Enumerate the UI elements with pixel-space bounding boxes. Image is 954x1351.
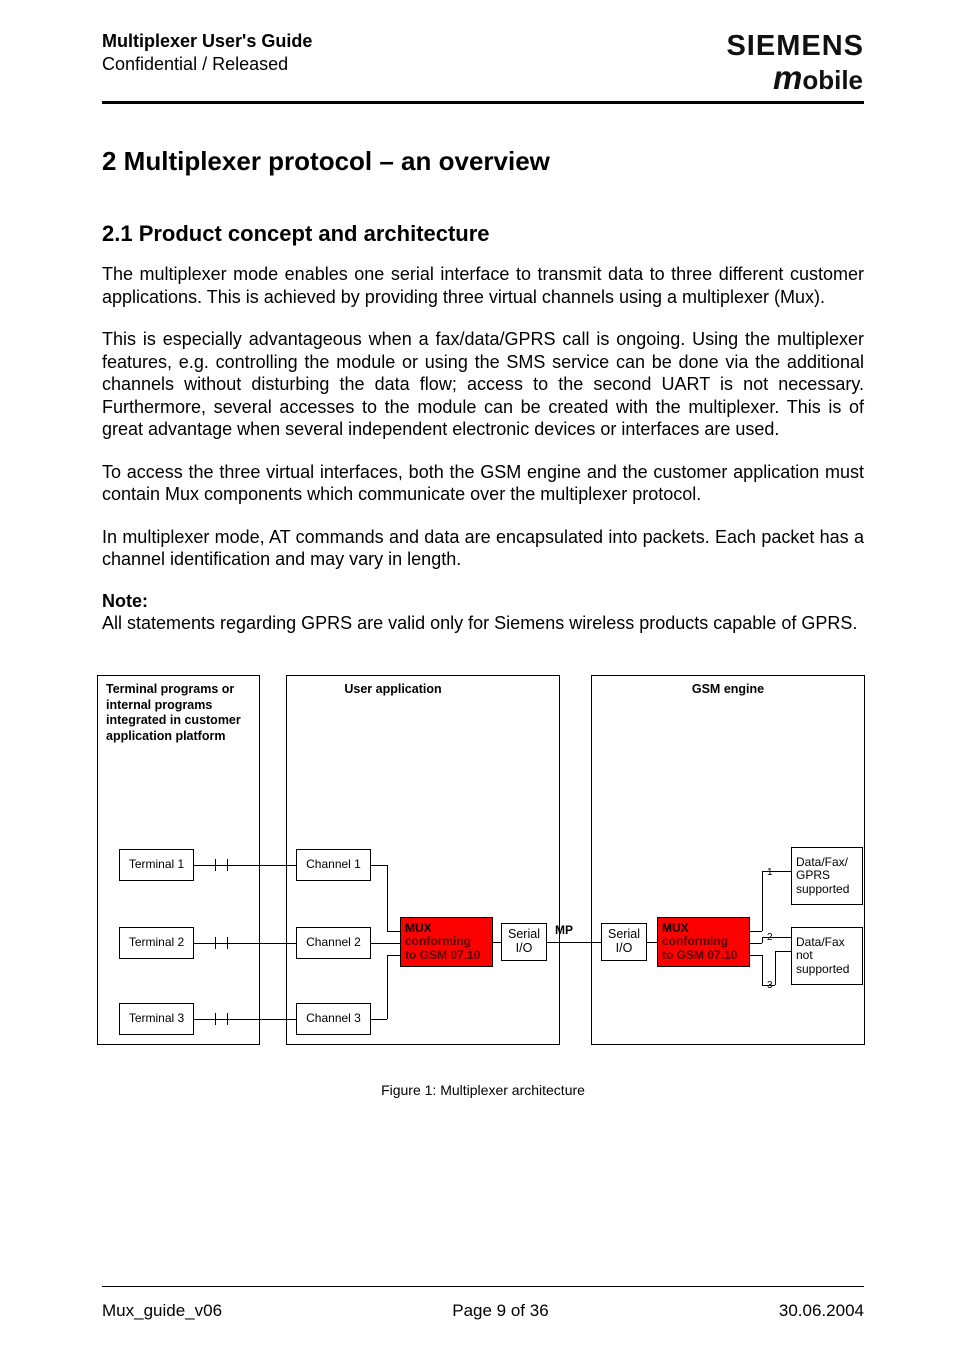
line bbox=[493, 942, 501, 943]
paragraph-3: To access the three virtual interfaces, … bbox=[102, 461, 864, 506]
line bbox=[387, 955, 388, 1019]
architecture-diagram: Terminal programs or internal programs i… bbox=[96, 674, 866, 1054]
line bbox=[775, 951, 776, 985]
footer-left: Mux_guide_v06 bbox=[102, 1301, 222, 1321]
num-1: 1 bbox=[767, 867, 773, 878]
line bbox=[194, 865, 296, 866]
section-heading-2: 2 Multiplexer protocol – an overview bbox=[102, 146, 864, 177]
line bbox=[194, 943, 296, 944]
figure-caption: Figure 1: Multiplexer architecture bbox=[102, 1082, 864, 1098]
line bbox=[762, 871, 791, 872]
line bbox=[227, 937, 228, 949]
line bbox=[215, 937, 216, 949]
mux-right: MUX conforming to GSM 07.10 bbox=[657, 917, 750, 967]
line bbox=[227, 1013, 228, 1025]
page-footer: Mux_guide_v06 Page 9 of 36 30.06.2004 bbox=[102, 1301, 864, 1321]
section-heading-2-1: 2.1 Product concept and architecture bbox=[102, 221, 864, 247]
line bbox=[215, 1013, 216, 1025]
data-fax-not-supported: Data/Fax not supported bbox=[791, 927, 863, 985]
line bbox=[762, 985, 775, 986]
line bbox=[775, 951, 791, 952]
line bbox=[371, 865, 387, 866]
line bbox=[387, 931, 400, 932]
header-divider bbox=[102, 101, 864, 104]
footer-center: Page 9 of 36 bbox=[452, 1301, 548, 1321]
note-text: All statements regarding GPRS are valid … bbox=[102, 612, 864, 635]
line bbox=[750, 943, 762, 944]
line bbox=[227, 859, 228, 871]
col3-label: GSM engine bbox=[600, 682, 856, 698]
doc-title: Multiplexer User's Guide bbox=[102, 30, 312, 53]
line bbox=[750, 955, 762, 956]
footer-right: 30.06.2004 bbox=[779, 1301, 864, 1321]
logo-mobile-text: mobile bbox=[726, 59, 864, 97]
channel-1: Channel 1 bbox=[296, 849, 371, 881]
line bbox=[194, 1019, 296, 1020]
data-fax-gprs-supported: Data/Fax/ GPRS supported bbox=[791, 847, 863, 905]
terminal-2: Terminal 2 bbox=[119, 927, 194, 959]
line bbox=[647, 942, 657, 943]
terminal-1: Terminal 1 bbox=[119, 849, 194, 881]
col2-label: User application bbox=[287, 682, 499, 698]
serial-io-right: Serial I/O bbox=[601, 923, 647, 961]
line bbox=[371, 1019, 387, 1020]
line bbox=[215, 859, 216, 871]
serial-io-left: Serial I/O bbox=[501, 923, 547, 961]
header-left: Multiplexer User's Guide Confidential / … bbox=[102, 30, 312, 77]
note-label: Note: bbox=[102, 591, 864, 612]
line bbox=[762, 955, 763, 985]
line bbox=[762, 937, 775, 938]
line bbox=[775, 937, 791, 938]
line bbox=[387, 865, 388, 931]
paragraph-4: In multiplexer mode, AT commands and dat… bbox=[102, 526, 864, 571]
paragraph-2: This is especially advantageous when a f… bbox=[102, 328, 864, 441]
line bbox=[762, 871, 763, 931]
channel-2: Channel 2 bbox=[296, 927, 371, 959]
paragraph-1: The multiplexer mode enables one serial … bbox=[102, 263, 864, 308]
footer-divider bbox=[102, 1286, 864, 1287]
siemens-logo: SIEMENS mobile bbox=[726, 30, 864, 97]
line bbox=[371, 943, 400, 944]
page-header: Multiplexer User's Guide Confidential / … bbox=[102, 30, 864, 97]
channel-3: Channel 3 bbox=[296, 1003, 371, 1035]
mp-label: MP bbox=[555, 923, 573, 937]
line bbox=[547, 942, 601, 943]
col1-label: Terminal programs or internal programs i… bbox=[106, 682, 251, 745]
terminal-3: Terminal 3 bbox=[119, 1003, 194, 1035]
doc-subtitle: Confidential / Released bbox=[102, 53, 312, 76]
line bbox=[750, 931, 762, 932]
mux-left: MUX conforming to GSM 07.10 bbox=[400, 917, 493, 967]
line bbox=[387, 955, 400, 956]
